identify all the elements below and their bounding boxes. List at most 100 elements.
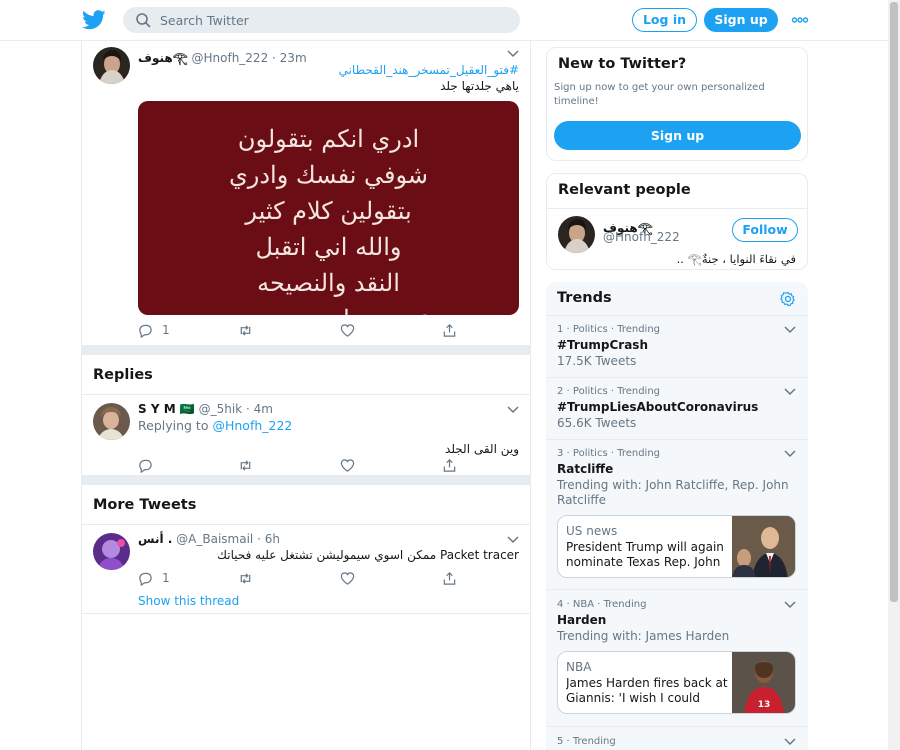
trend-name[interactable]: #TrumpCrash [557,338,648,352]
settings-gear-icon[interactable] [780,291,796,307]
chevron-down-icon[interactable] [507,536,519,544]
login-button[interactable]: Log in [632,8,697,32]
chevron-down-icon[interactable] [784,450,796,458]
tweet-actions: 1 [138,570,468,586]
tweet-text: وين القى الجلد [445,442,519,456]
author-handle[interactable]: @Hnofh_222 [192,51,269,65]
share-button[interactable] [442,457,457,473]
author-name[interactable]: S Y M 🇸🇦 [138,402,195,416]
reply-icon [139,324,152,338]
follow-button[interactable]: Follow [732,218,798,242]
reply-icon [139,459,152,473]
twitter-logo-icon[interactable] [82,9,106,31]
chevron-down-icon[interactable] [784,326,796,334]
trend-item[interactable]: 3 · Politics · Trending Ratcliffe Trendi… [546,439,808,589]
scrollbar-thumb[interactable] [890,2,898,602]
trend-sub: Trending with: James Harden [557,629,730,643]
tweet-actions [138,457,468,473]
news-thumbnail [732,516,795,577]
search-box[interactable] [123,7,520,33]
news-source: US news [566,524,618,538]
like-button[interactable] [340,570,355,586]
chevron-down-icon[interactable] [784,388,796,396]
trend-count: 65.6K Tweets [557,416,637,430]
share-button[interactable] [442,322,457,338]
share-button[interactable] [442,570,457,586]
trend-item[interactable]: 1 · Politics · Trending #TrumpCrash 17.5… [546,315,808,377]
replying-to-link[interactable]: @Hnofh_222 [212,418,292,433]
image-text-line: بتقولين كلام كثير [245,197,412,225]
person-handle[interactable]: @Hnofh_222 [603,230,680,244]
show-thread-link[interactable]: Show this thread [138,594,239,608]
signup-button[interactable]: Sign up [704,8,778,32]
chevron-down-icon[interactable] [507,406,519,414]
trend-count: 17.5K Tweets [557,354,637,368]
search-input[interactable] [160,10,500,30]
share-icon [443,323,456,337]
trend-item[interactable]: 2 · Politics · Trending #TrumpLiesAboutC… [546,377,808,439]
main-tweet[interactable]: هنوف𓂀 @Hnofh_222 · 23m #فتو_العقيل_تمسخر… [82,41,530,346]
trend-context: 5 · Trending [557,736,616,747]
chevron-down-icon[interactable] [784,601,796,609]
chevron-down-icon[interactable] [507,50,519,58]
tweet-time[interactable]: · 23m [272,51,307,65]
reply-button[interactable] [138,457,153,473]
replies-heading: Replies [82,355,530,395]
page-scrollbar[interactable] [888,0,900,750]
heart-icon [340,323,355,337]
image-text-line: عمري ماسبيت وحده [138,301,519,315]
news-source: NBA [566,660,592,674]
hashtag-link[interactable]: #فتو_العقيل_تمسخر_هند_القحطاني [339,63,519,77]
svg-text:13: 13 [758,700,771,710]
retweet-button[interactable] [238,570,253,586]
person-bio: في نقاءَ النوايا ، جنةٌ𓂀 .. [676,252,796,266]
section-divider [82,476,530,485]
trend-name[interactable]: #TrumpLiesAboutCoronavirus [557,400,758,414]
tweet-time[interactable]: · 6h [257,532,280,546]
avatar[interactable] [93,403,130,440]
tweet-actions: 1 [138,322,468,338]
author-name[interactable]: هنوف𓂀 [138,51,188,65]
trend-name[interactable]: Ratcliffe [557,462,613,476]
more-options-icon[interactable] [792,13,808,27]
trends-card: Trends 1 · Politics · Trending #TrumpCra… [546,282,808,750]
like-button[interactable] [340,457,355,473]
share-icon [443,458,456,472]
retweet-button[interactable] [238,457,253,473]
trend-item[interactable]: 4 · NBA · Trending Harden Trending with:… [546,589,808,726]
tweet-meta: أنس . @A_Baismail · 6h [138,532,280,546]
replying-prefix: Replying to [138,418,209,433]
avatar[interactable] [558,216,595,253]
news-card[interactable]: NBA James Harden fires back at Giannis: … [557,651,796,714]
avatar[interactable] [93,533,130,570]
avatar[interactable] [93,47,130,84]
more-tweets-heading: More Tweets [82,485,530,525]
trend-context: 2 · Politics · Trending [557,386,661,397]
reply-count: 1 [162,323,170,337]
reply-tweet[interactable]: S Y M 🇸🇦 @_5hik · 4m Replying to @Hnofh_… [82,395,530,476]
news-card[interactable]: US news President Trump will again nomin… [557,515,796,578]
author-name[interactable]: أنس . [138,532,172,546]
retweet-icon [240,459,251,471]
signup-card-button[interactable]: Sign up [554,121,801,150]
author-handle[interactable]: @A_Baismail [176,532,253,546]
tweet-meta: هنوف𓂀 @Hnofh_222 · 23m [138,46,307,66]
heart-icon [340,458,355,472]
trend-name[interactable]: Harden [557,613,606,627]
news-title: James Harden fires back at Giannis: 'I w… [566,676,728,705]
trend-context: 4 · NBA · Trending [557,599,647,610]
author-handle[interactable]: @_5hik [199,402,243,416]
trend-item[interactable]: 5 · Trending [546,726,808,750]
reply-button[interactable]: 1 [138,322,170,338]
replying-to: Replying to @Hnofh_222 [138,418,292,433]
more-tweet[interactable]: أنس . @A_Baismail · 6h Packet tracer ممك… [82,525,530,614]
tweet-image[interactable]: ادري انكم بتقولون شوفي نفسك وادري بتقولين … [138,101,519,315]
reply-button[interactable]: 1 [138,570,170,586]
like-button[interactable] [340,322,355,338]
heart-icon [340,571,355,585]
tweet-meta: S Y M 🇸🇦 @_5hik · 4m [138,402,273,416]
retweet-button[interactable] [238,322,253,338]
tweet-time[interactable]: · 4m [246,402,273,416]
card-title: New to Twitter? [558,56,687,72]
chevron-down-icon[interactable] [784,738,796,746]
